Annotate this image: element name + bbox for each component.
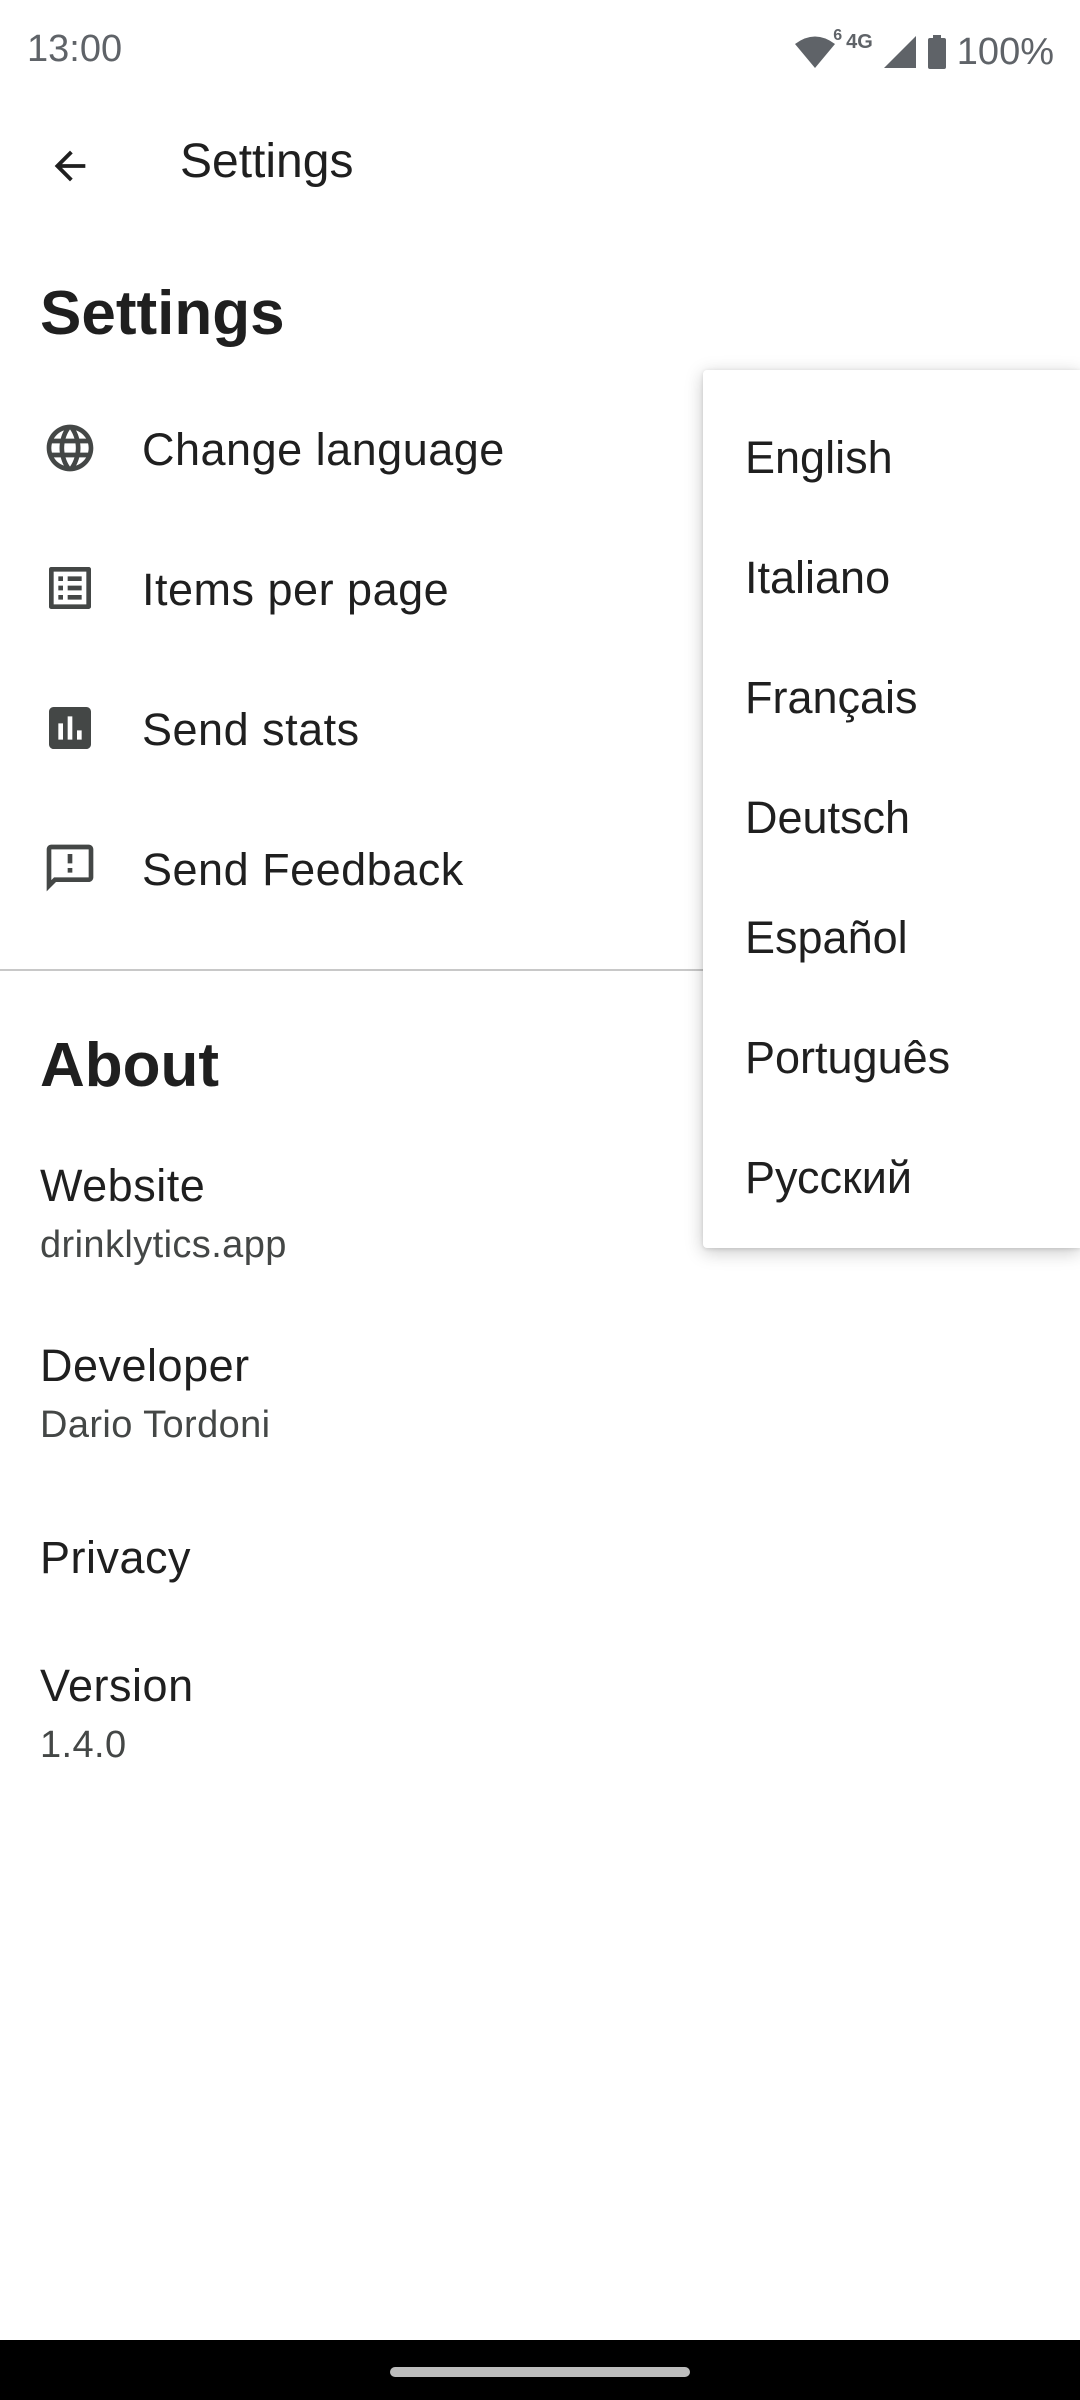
system-nav-bar: [0, 2340, 1080, 2400]
language-option-label: Italiano: [745, 552, 891, 603]
send-feedback-label: Send Feedback: [142, 844, 464, 895]
privacy-label: Privacy: [40, 1532, 192, 1583]
about-section-title: About: [40, 1031, 220, 1100]
battery-percentage: 100%: [956, 30, 1054, 73]
globe-icon: [40, 418, 100, 478]
language-option-label: Русский: [745, 1152, 912, 1203]
language-menu: English Italiano Français Deutsch Españo…: [703, 370, 1080, 1248]
send-stats-label: Send stats: [142, 704, 360, 755]
change-language-label: Change language: [142, 424, 505, 475]
language-option-italiano[interactable]: Italiano: [703, 516, 1080, 636]
language-option-portugues[interactable]: Português: [703, 996, 1080, 1116]
app-bar-title: Settings: [180, 135, 354, 188]
language-option-label: Français: [745, 672, 918, 723]
status-bar: 13:00 6 4G 100%: [0, 0, 1080, 100]
back-button[interactable]: [28, 124, 112, 208]
home-gesture-handle[interactable]: [390, 2367, 690, 2377]
language-option-deutsch[interactable]: Deutsch: [703, 756, 1080, 876]
language-option-label: Deutsch: [745, 792, 911, 843]
language-option-label: Português: [745, 1032, 951, 1083]
battery-icon: [927, 35, 947, 69]
language-option-espanol[interactable]: Español: [703, 876, 1080, 996]
wifi-icon: 6: [794, 27, 842, 69]
developer-value: Dario Tordoni: [40, 1404, 271, 1446]
developer-label: Developer: [40, 1340, 250, 1391]
settings-section-title: Settings: [40, 279, 285, 348]
developer-item[interactable]: Developer Dario Tordoni: [40, 1340, 271, 1447]
website-value: drinklytics.app: [40, 1224, 287, 1266]
privacy-item[interactable]: Privacy: [40, 1532, 191, 1584]
version-value: 1.4.0: [40, 1724, 127, 1766]
network-type-label: 4G: [846, 30, 873, 53]
language-option-label: English: [745, 432, 893, 483]
website-label: Website: [40, 1160, 206, 1211]
arrow-back-icon: [47, 143, 93, 189]
status-icons: 6 4G 100%: [794, 24, 1054, 80]
app-bar: Settings: [0, 110, 1080, 210]
language-option-francais[interactable]: Français: [703, 636, 1080, 756]
list-icon: [40, 558, 100, 618]
feedback-icon: [40, 838, 100, 898]
status-time: 13:00: [27, 28, 123, 70]
bar-chart-icon: [40, 698, 100, 758]
version-label: Version: [40, 1660, 194, 1711]
website-item[interactable]: Website drinklytics.app: [40, 1160, 287, 1267]
language-option-russian[interactable]: Русский: [703, 1116, 1080, 1236]
language-option-english[interactable]: English: [703, 396, 1080, 516]
wifi-badge: 6: [833, 27, 843, 44]
signal-icon: [883, 35, 917, 69]
items-per-page-label: Items per page: [142, 564, 450, 615]
version-item: Version 1.4.0: [40, 1660, 194, 1767]
language-option-label: Español: [745, 912, 908, 963]
